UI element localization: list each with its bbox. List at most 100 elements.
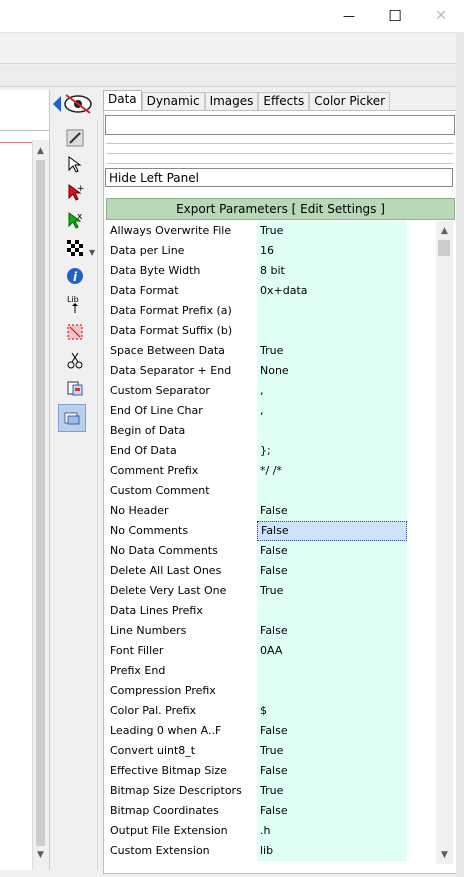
param-row[interactable]: Data Byte Width 8 bit bbox=[107, 261, 407, 281]
param-value[interactable]: None bbox=[257, 361, 407, 381]
tool-library[interactable]: Lib bbox=[63, 292, 87, 316]
param-row[interactable]: Leading 0 when A..F False bbox=[107, 721, 407, 741]
param-value[interactable]: False bbox=[257, 801, 407, 821]
param-value[interactable]: $ bbox=[257, 701, 407, 721]
param-value[interactable] bbox=[257, 481, 407, 501]
param-value[interactable]: 16 bbox=[257, 241, 407, 261]
param-value[interactable] bbox=[257, 661, 407, 681]
param-row[interactable]: Data Separator + End None bbox=[107, 361, 407, 381]
divider bbox=[106, 143, 454, 144]
param-row[interactable]: Delete Very Last One True bbox=[107, 581, 407, 601]
tool-paste[interactable] bbox=[63, 376, 87, 400]
param-value[interactable]: */ /* bbox=[257, 461, 407, 481]
param-value[interactable]: False bbox=[257, 761, 407, 781]
param-row[interactable]: No Data Comments False bbox=[107, 541, 407, 561]
tab-dynamic[interactable]: Dynamic bbox=[141, 92, 205, 110]
tab-effects[interactable]: Effects bbox=[258, 92, 310, 110]
param-row[interactable]: Prefix End bbox=[107, 661, 407, 681]
param-value[interactable]: }; bbox=[257, 441, 407, 461]
dropdown-arrow-icon[interactable]: ▼ bbox=[89, 248, 95, 257]
param-value[interactable]: True bbox=[257, 781, 407, 801]
param-value[interactable]: 0AA bbox=[257, 641, 407, 661]
param-value[interactable]: True bbox=[257, 741, 407, 761]
param-row[interactable]: Custom Comment bbox=[107, 481, 407, 501]
param-row[interactable]: Space Between Data True bbox=[107, 341, 407, 361]
scroll-up-icon[interactable]: ▲ bbox=[32, 146, 49, 156]
tab-data[interactable]: Data bbox=[103, 90, 142, 111]
param-row[interactable]: Custom Extension lib bbox=[107, 841, 407, 861]
param-value[interactable]: False bbox=[257, 621, 407, 641]
param-row[interactable]: Compression Prefix bbox=[107, 681, 407, 701]
param-row[interactable]: Font Filler 0AA bbox=[107, 641, 407, 661]
scroll-down-icon[interactable]: ▼ bbox=[32, 850, 49, 860]
param-value[interactable]: False bbox=[257, 721, 407, 741]
param-row[interactable]: Color Pal. Prefix $ bbox=[107, 701, 407, 721]
param-row[interactable]: Custom Separator, bbox=[107, 381, 407, 401]
tool-pattern[interactable] bbox=[63, 236, 87, 260]
close-button[interactable]: ✕ bbox=[418, 0, 464, 32]
minimize-button[interactable]: — bbox=[326, 0, 372, 32]
param-value[interactable] bbox=[257, 321, 407, 341]
maximize-button[interactable]: ☐ bbox=[372, 0, 418, 32]
param-value[interactable]: False bbox=[257, 501, 407, 521]
param-row[interactable]: Data per Line 16 bbox=[107, 241, 407, 261]
hide-left-panel-field[interactable]: Hide Left Panel bbox=[105, 168, 453, 187]
param-value[interactable]: lib bbox=[257, 841, 407, 861]
param-row[interactable]: Data Format Suffix (b) bbox=[107, 321, 407, 341]
param-value[interactable]: 0x+data bbox=[257, 281, 407, 301]
param-value[interactable]: False bbox=[257, 541, 407, 561]
grid-scrollbar[interactable] bbox=[436, 221, 453, 864]
param-row[interactable]: No Header False bbox=[107, 501, 407, 521]
param-row[interactable]: Delete All Last Ones False bbox=[107, 561, 407, 581]
param-value[interactable]: 8 bit bbox=[257, 261, 407, 281]
tool-red-arrow[interactable]: + bbox=[63, 180, 87, 204]
param-value[interactable]: True bbox=[257, 221, 407, 241]
param-name: Compression Prefix bbox=[110, 684, 216, 697]
param-row[interactable]: Data Format Prefix (a) bbox=[107, 301, 407, 321]
toggle-visibility-button[interactable] bbox=[51, 92, 95, 116]
param-row[interactable]: Convert uint8_t True bbox=[107, 741, 407, 761]
param-row[interactable]: No Comments False bbox=[107, 521, 407, 541]
tool-select[interactable] bbox=[63, 152, 87, 176]
param-row[interactable]: Data Format 0x+data bbox=[107, 281, 407, 301]
grid-scroll-thumb[interactable] bbox=[438, 240, 450, 256]
param-value[interactable]: .h bbox=[257, 821, 407, 841]
tool-info[interactable]: i bbox=[63, 264, 87, 288]
svg-text:Lib: Lib bbox=[67, 295, 79, 304]
window-edge bbox=[456, 32, 464, 877]
param-row[interactable]: Data Lines Prefix bbox=[107, 601, 407, 621]
scroll-up-icon[interactable]: ▲ bbox=[436, 226, 453, 236]
param-value[interactable] bbox=[257, 601, 407, 621]
param-value[interactable] bbox=[257, 421, 407, 441]
param-row[interactable]: Comment Prefix */ /* bbox=[107, 461, 407, 481]
param-value[interactable]: , bbox=[257, 401, 407, 421]
param-value[interactable]: , bbox=[257, 381, 407, 401]
param-value[interactable]: False bbox=[257, 561, 407, 581]
data-text-field[interactable] bbox=[105, 115, 455, 135]
export-parameters-header[interactable]: Export Parameters [ Edit Settings ] bbox=[106, 198, 455, 220]
param-value[interactable]: True bbox=[257, 581, 407, 601]
tool-crop[interactable] bbox=[63, 320, 87, 344]
param-row[interactable]: Effective Bitmap Size False bbox=[107, 761, 407, 781]
param-row[interactable]: End Of Data}; bbox=[107, 441, 407, 461]
tool-eyedropper[interactable] bbox=[63, 126, 87, 150]
tab-color-picker[interactable]: Color Picker bbox=[309, 92, 391, 110]
tool-cut[interactable] bbox=[63, 348, 87, 372]
param-row[interactable]: Bitmap Size Descriptors True bbox=[107, 781, 407, 801]
param-row[interactable]: Line Numbers False bbox=[107, 621, 407, 641]
param-row[interactable]: Allways Overwrite File True bbox=[107, 221, 407, 241]
panel-tabs: Data Dynamic Images Effects Color Picker bbox=[103, 90, 391, 111]
param-value[interactable]: False bbox=[257, 521, 407, 541]
param-value[interactable] bbox=[257, 681, 407, 701]
param-row[interactable]: Begin of Data bbox=[107, 421, 407, 441]
param-value[interactable] bbox=[257, 301, 407, 321]
param-row[interactable]: End Of Line Char, bbox=[107, 401, 407, 421]
param-row[interactable]: Bitmap Coordinates False bbox=[107, 801, 407, 821]
tool-copy[interactable] bbox=[58, 404, 86, 432]
tool-green-arrow[interactable]: x bbox=[63, 208, 87, 232]
scroll-down-icon[interactable]: ▼ bbox=[436, 850, 453, 860]
tab-images[interactable]: Images bbox=[204, 92, 259, 110]
canvas-scroll-thumb[interactable] bbox=[36, 160, 45, 846]
param-row[interactable]: Output File Extension .h bbox=[107, 821, 407, 841]
param-value[interactable]: True bbox=[257, 341, 407, 361]
